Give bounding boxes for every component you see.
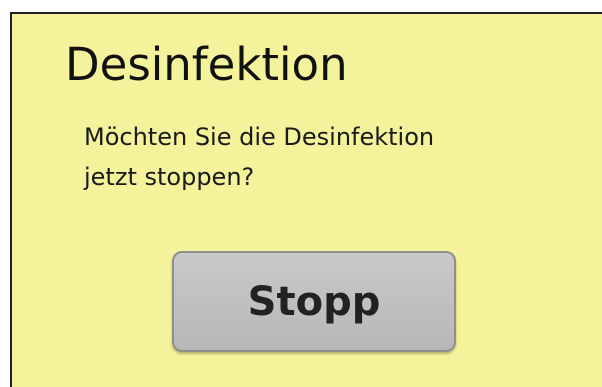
disinfection-dialog: Desinfektion Möchten Sie die Desinfektio… bbox=[10, 12, 602, 387]
dialog-message: Möchten Sie die Desinfektion jetzt stopp… bbox=[84, 117, 584, 197]
stop-button[interactable]: Stopp bbox=[172, 251, 456, 352]
dialog-title: Desinfektion bbox=[65, 38, 348, 91]
message-line-1: Möchten Sie die Desinfektion bbox=[84, 123, 435, 151]
message-line-2: jetzt stoppen? bbox=[84, 163, 255, 191]
